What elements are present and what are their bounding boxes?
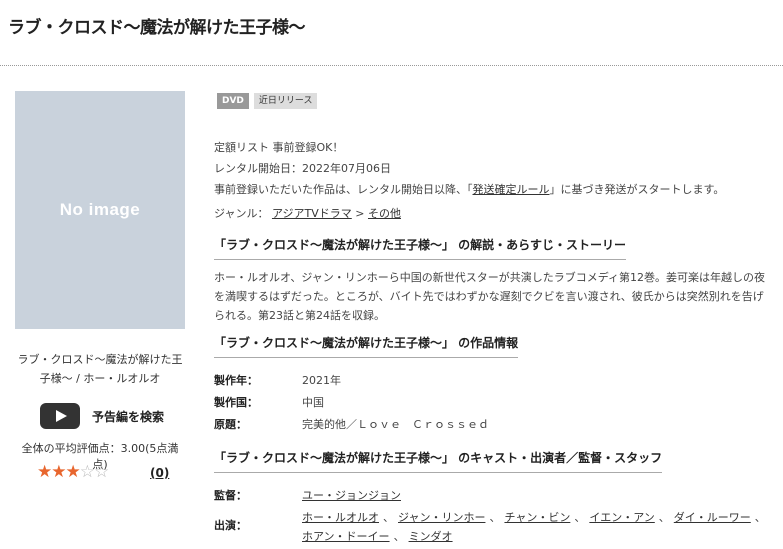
genre-separator: > (355, 207, 365, 220)
actors-label: 出演： (214, 519, 247, 532)
actor-separator: 、 (489, 511, 501, 524)
rental-start-date: レンタル開始日：2022年07月06日 (214, 162, 391, 175)
director-row: 監督： ユー・ジョンジョン (214, 487, 401, 503)
actor-separator: 、 (754, 511, 766, 524)
synopsis-heading: 「ラブ・クロスド〜魔法が解けた王子様〜」 の解説・あらすじ・ストーリー (214, 236, 626, 260)
cast-heading: 「ラブ・クロスド〜魔法が解けた王子様〜」 のキャスト・出演者／監督・スタッフ (214, 449, 663, 473)
review-count-link[interactable]: (0) (150, 466, 169, 480)
play-icon (40, 403, 80, 429)
actor-link[interactable]: ジャン・リンホー (398, 511, 485, 524)
actor-link[interactable]: ホー・ルオルオ (302, 511, 379, 524)
actor-separator: 、 (393, 530, 405, 543)
info-value: 2021年 (302, 374, 341, 387)
genre-link-other[interactable]: その他 (368, 207, 401, 220)
info-row-country: 製作国： 中国 (214, 394, 324, 410)
info-key: 原題： (214, 418, 247, 431)
info-value: 中国 (302, 396, 324, 409)
trailer-search-label: 予告編を検索 (92, 409, 165, 424)
trailer-search-button[interactable]: 予告編を検索 (40, 403, 164, 429)
star-empty-icon: ☆ (79, 462, 95, 482)
page-title: ラブ・クロスド〜魔法が解けた王子様〜 (8, 18, 306, 38)
info-row-year: 製作年： 2021年 (214, 372, 341, 388)
director-link[interactable]: ユー・ジョンジョン (302, 489, 401, 502)
info-value: 完美的他／Ｌｏｖｅ Ｃｒｏｓｓｅｄ (302, 418, 489, 431)
work-info-heading: 「ラブ・クロスド〜魔法が解けた王子様〜」 の作品情報 (214, 334, 519, 358)
director-label: 監督： (214, 489, 247, 502)
badges: DVD 近日リリース (217, 93, 318, 109)
shipping-note-post: 」に基づき発送がスタートします。 (549, 183, 725, 196)
dvd-badge: DVD (217, 93, 249, 109)
coming-soon-badge: 近日リリース (253, 93, 318, 109)
title-divider (0, 65, 783, 66)
star-filled-icon: ★ (65, 462, 81, 482)
product-image-placeholder: No image (15, 91, 185, 329)
product-caption: ラブ・クロスド〜魔法が解けた王子様〜 / ホー・ルオルオ (17, 353, 183, 385)
shipping-note-pre: 事前登録いただいた作品は、レンタル開始日以降、「 (214, 183, 473, 196)
actor-separator: 、 (574, 511, 586, 524)
star-filled-icon: ★ (37, 462, 52, 482)
genre-line: ジャンル： アジアTVドラマ > その他 (214, 205, 401, 221)
actor-link[interactable]: ダイ・ルーワー (674, 511, 751, 524)
actor-link[interactable]: イエン・アン (589, 511, 654, 524)
actors-list: ホー・ルオルオ、ジャン・リンホー、チャン・ビン、イエン・アン、ダイ・ルーワー 、ホ… (302, 508, 772, 546)
no-image-label: No image (59, 200, 141, 219)
info-row-original-title: 原題： 完美的他／Ｌｏｖｅ Ｃｒｏｓｓｅｄ (214, 416, 489, 432)
info-key: 製作年： (214, 374, 258, 387)
shipping-note: 事前登録いただいた作品は、レンタル開始日以降、「発送確定ルール」に基づき発送がス… (214, 181, 724, 197)
actor-separator: 、 (383, 511, 394, 524)
actor-separator: 、 (658, 511, 670, 524)
genre-label: ジャンル： (214, 207, 269, 220)
star-filled-icon: ★ (51, 462, 66, 482)
shipping-rule-link[interactable]: 発送確定ルール (473, 183, 550, 196)
actor-link[interactable]: チャン・ビン (504, 511, 570, 524)
actor-link[interactable]: ホアン・ドーイー (302, 530, 390, 543)
actor-link[interactable]: ミンダオ (409, 530, 453, 543)
actors-label-row: 出演： (214, 517, 302, 533)
info-key: 製作国： (214, 396, 258, 409)
rating-stars: ★★★☆☆ (37, 462, 109, 482)
synopsis-text: ホー・ルオルオ、ジャン・リンホーら中国の新世代スターが共演したラブコメディ第12… (214, 271, 766, 322)
subscription-note: 定額リスト 事前登録OK！ (214, 141, 344, 154)
star-empty-icon: ☆ (94, 462, 109, 482)
genre-link-asian-tv[interactable]: アジアTVドラマ (272, 207, 352, 220)
